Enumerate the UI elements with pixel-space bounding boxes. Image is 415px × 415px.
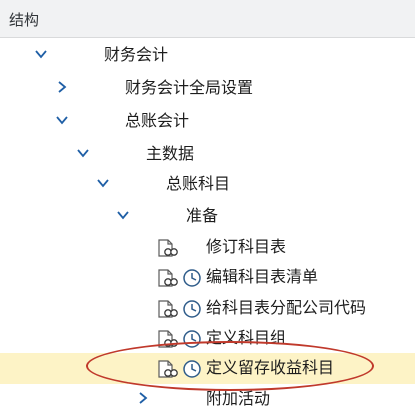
tree-node-label: 财务会计 (104, 45, 169, 64)
tree-node-define-account-groups[interactable]: 定义科目组 (0, 323, 415, 354)
tree-node-revise-chart-of-accounts[interactable]: 修订科目表 (0, 232, 415, 263)
tree-node-label: 财务会计全局设置 (125, 78, 254, 97)
chevron-down-icon[interactable] (74, 144, 92, 162)
chevron-down-icon[interactable] (53, 111, 71, 129)
tree-node-additional-activities[interactable]: 附加活动 (0, 384, 415, 415)
structure-title: 结构 (9, 11, 40, 29)
chevron-down-icon[interactable] (32, 45, 50, 63)
chevron-down-icon[interactable] (94, 174, 112, 192)
tree-node-gl-accounts[interactable]: 总账科目 (0, 169, 415, 200)
clock-icon[interactable] (182, 299, 202, 319)
tree-node-label: 准备 (186, 206, 219, 225)
documentation-icon[interactable] (156, 238, 178, 258)
tree-node-label: 给科目表分配公司代码 (206, 298, 367, 317)
documentation-icon[interactable] (156, 359, 178, 379)
tree-node-financial-accounting[interactable]: 财务会计 (0, 40, 415, 71)
tree-node-master-data[interactable]: 主数据 (0, 139, 415, 170)
tree-node-financial-accounting-global-settings[interactable]: 财务会计全局设置 (0, 73, 415, 104)
documentation-icon[interactable] (156, 299, 178, 319)
tree-node-label: 总账会计 (125, 111, 190, 130)
tree-node-label: 附加活动 (206, 389, 271, 408)
documentation-icon[interactable] (156, 329, 178, 349)
tree-node-label: 主数据 (146, 144, 195, 163)
tree-node-general-ledger-accounting[interactable]: 总账会计 (0, 106, 415, 137)
chevron-right-icon[interactable] (53, 78, 71, 96)
clock-icon[interactable] (182, 329, 202, 349)
tree-node-preparation[interactable]: 准备 (0, 201, 415, 232)
tree-node-define-retained-earnings-account[interactable]: 定义留存收益科目 (0, 353, 415, 384)
clock-icon[interactable] (182, 359, 202, 379)
tree-node-assign-company-code[interactable]: 给科目表分配公司代码 (0, 293, 415, 324)
structure-header: 结构 (0, 0, 415, 38)
chevron-right-icon[interactable] (134, 389, 152, 407)
tree-node-label: 总账科目 (166, 174, 231, 193)
documentation-icon[interactable] (156, 268, 178, 288)
clock-icon[interactable] (182, 268, 202, 288)
tree-node-label: 编辑科目表清单 (206, 267, 319, 286)
tree-node-label: 修订科目表 (206, 237, 287, 256)
tree-node-label: 定义留存收益科目 (206, 358, 335, 377)
tree-node-edit-chart-of-accounts-list[interactable]: 编辑科目表清单 (0, 262, 415, 293)
tree-node-label: 定义科目组 (206, 328, 287, 347)
chevron-down-icon[interactable] (114, 206, 132, 224)
